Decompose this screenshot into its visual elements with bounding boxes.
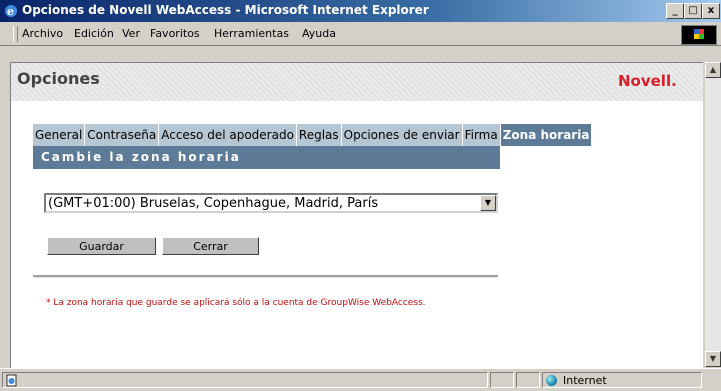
menu-ver[interactable]: Ver	[122, 27, 140, 40]
page-title: Opciones	[17, 69, 100, 88]
chevron-down-icon[interactable]: ▼	[480, 195, 496, 211]
save-button[interactable]: Guardar	[47, 237, 156, 255]
close-button[interactable]: x	[702, 3, 720, 19]
page-icon	[6, 374, 17, 387]
scroll-down-icon[interactable]: ▼	[705, 351, 721, 367]
section-title-bar: Cambie la zona horaria	[33, 146, 500, 169]
vertical-scrollbar[interactable]: ▲ ▼	[705, 62, 721, 367]
novell-logo: Novell.	[618, 72, 677, 90]
page-content: Opciones Novell. General Contraseña Acce…	[10, 62, 703, 368]
scroll-up-icon[interactable]: ▲	[705, 62, 721, 78]
tab-opciones-enviar[interactable]: Opciones de enviar	[341, 124, 463, 146]
tab-firma[interactable]: Firma	[462, 124, 501, 146]
toolbar-grip[interactable]	[13, 26, 18, 42]
timezone-note: * La zona horaria que guarde se aplicará…	[46, 298, 426, 308]
tab-contrasena[interactable]: Contraseña	[85, 124, 160, 146]
menu-herramientas[interactable]: Herramientas	[214, 27, 289, 40]
windows-logo-icon	[681, 25, 717, 45]
status-bar: Internet	[0, 368, 721, 391]
menu-ayuda[interactable]: Ayuda	[302, 27, 336, 40]
zone-pane: Internet	[542, 372, 702, 388]
section-title: Cambie la zona horaria	[41, 150, 241, 164]
menu-edicion[interactable]: Edición	[74, 27, 114, 40]
timezone-select[interactable]: (GMT+01:00) Bruselas, Copenhague, Madrid…	[44, 193, 498, 213]
menu-bar: Archivo Edición Ver Favoritos Herramient…	[0, 23, 721, 46]
tab-zona-horaria[interactable]: Zona horaria	[500, 124, 593, 146]
ie-icon: e	[5, 5, 17, 18]
tab-reglas[interactable]: Reglas	[296, 124, 342, 146]
options-tabs: General Contraseña Acceso del apoderado …	[33, 124, 593, 146]
svg-text:e: e	[7, 5, 14, 18]
status-pane-1	[490, 372, 514, 388]
menu-archivo[interactable]: Archivo	[22, 27, 63, 40]
menu-favoritos[interactable]: Favoritos	[150, 27, 200, 40]
page-header: Opciones Novell.	[11, 63, 703, 101]
globe-icon	[546, 375, 557, 386]
zone-label: Internet	[563, 374, 607, 387]
timezone-select-value: (GMT+01:00) Bruselas, Copenhague, Madrid…	[48, 196, 379, 211]
tab-general[interactable]: General	[33, 124, 86, 146]
title-bar: e Opciones de Novell WebAccess - Microso…	[0, 0, 721, 22]
minimize-button[interactable]: _	[666, 3, 684, 19]
tab-acceso-apoderado[interactable]: Acceso del apoderado	[159, 124, 297, 146]
window-title: Opciones de Novell WebAccess - Microsoft…	[22, 3, 429, 17]
divider	[33, 275, 498, 278]
restore-button[interactable]: □	[684, 3, 702, 19]
status-pane-2	[516, 372, 540, 388]
status-text-pane	[2, 372, 488, 388]
close-page-button[interactable]: Cerrar	[162, 237, 259, 255]
